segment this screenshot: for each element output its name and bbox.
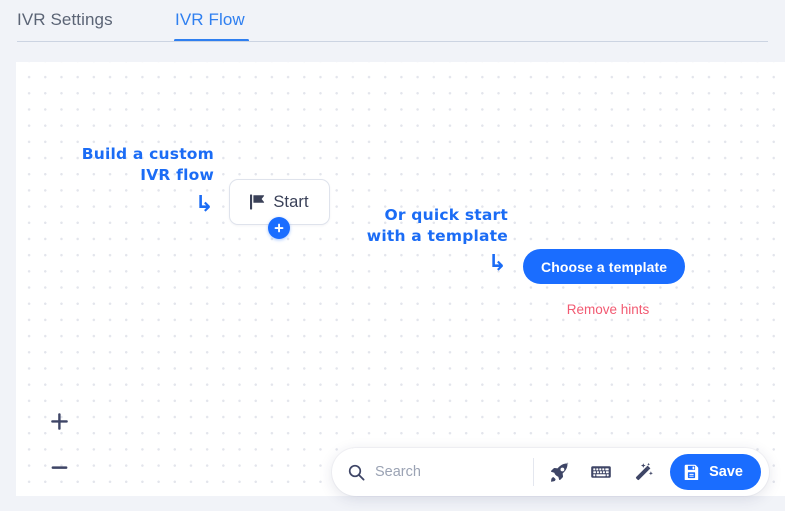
save-button[interactable]: Save [670, 454, 761, 490]
hint-quick-start-template: Or quick start with a template [366, 206, 508, 245]
rocket-icon [550, 461, 569, 482]
zoom-out-button[interactable] [46, 454, 72, 480]
toolbar-divider [533, 458, 535, 486]
search-field-wrapper[interactable] [348, 464, 534, 481]
choose-template-button[interactable]: Choose a template [523, 249, 686, 284]
tab-bar-divider [17, 41, 768, 42]
zoom-in-button[interactable] [46, 408, 72, 434]
hint-arrow-icon: ↳ [195, 192, 214, 217]
save-button-label: Save [709, 464, 743, 480]
keyboard-icon [591, 466, 611, 478]
save-icon [684, 464, 699, 480]
keyboard-button[interactable] [580, 452, 622, 492]
search-icon [348, 464, 365, 481]
ivr-flow-page: IVR Settings IVR Flow Build a custom IVR… [0, 0, 785, 511]
hint-build-custom-flow: Build a custom IVR flow [81, 145, 214, 184]
tab-bar: IVR Settings IVR Flow [0, 0, 785, 42]
magic-wand-button[interactable] [622, 452, 664, 492]
flow-canvas[interactable]: Build a custom IVR flow ↳ Start Or quick… [16, 62, 785, 496]
tab-ivr-settings[interactable]: IVR Settings [17, 6, 113, 41]
plus-icon [274, 223, 284, 233]
canvas-zoom-controls [42, 408, 76, 496]
hint-arrow-icon-2: ↳ [488, 251, 507, 276]
tab-ivr-flow[interactable]: IVR Flow [175, 6, 245, 41]
magic-wand-icon [635, 462, 653, 480]
search-input[interactable] [375, 464, 534, 480]
rocket-button[interactable] [538, 452, 580, 492]
minus-icon [51, 465, 67, 469]
plus-icon [50, 412, 68, 430]
remove-hints-link[interactable]: Remove hints [523, 302, 693, 317]
flag-icon [250, 194, 265, 210]
canvas-bottom-toolbar: Save [332, 448, 769, 496]
